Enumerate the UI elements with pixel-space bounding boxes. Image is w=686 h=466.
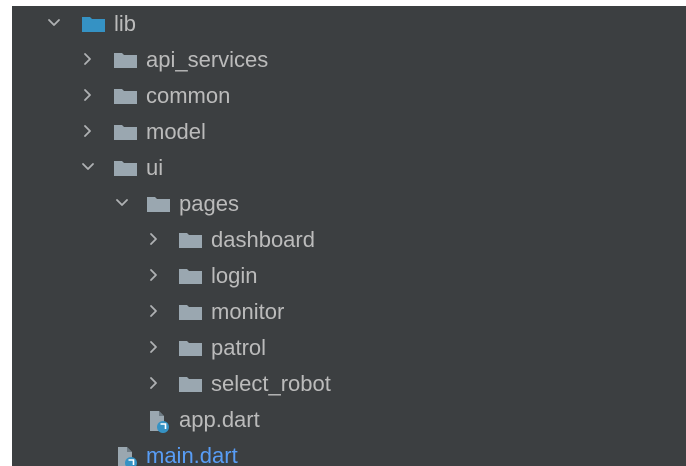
tree-item-monitor[interactable]: monitor	[12, 294, 686, 330]
tree-item-label: common	[146, 83, 231, 108]
chevron-right-icon[interactable]	[146, 230, 162, 248]
chevron-right-icon[interactable]	[146, 266, 162, 284]
tree-item-main-dart[interactable]: main.dart	[12, 438, 686, 466]
chevron-right-icon[interactable]	[80, 86, 96, 104]
chevron-right-icon[interactable]	[80, 50, 96, 68]
folder-icon	[179, 340, 202, 356]
tree-item-pages[interactable]: pages	[12, 186, 686, 222]
tree-item-ui[interactable]: ui	[12, 150, 686, 186]
tree-item-label: app.dart	[179, 407, 260, 432]
folder-icon	[179, 268, 202, 284]
tree-item-label: lib	[114, 11, 137, 36]
tree-item-label: patrol	[211, 335, 267, 360]
folder-icon	[114, 124, 137, 140]
folder-icon	[147, 196, 170, 212]
tree-item-patrol[interactable]: patrol	[12, 330, 686, 366]
tree-item-label: api_services	[146, 47, 269, 72]
chevron-down-icon[interactable]	[46, 14, 62, 32]
tree-item-lib[interactable]: lib	[12, 6, 686, 42]
tree-item-api-services[interactable]: api_services	[12, 42, 686, 78]
chevron-right-icon[interactable]	[146, 374, 162, 392]
tree-item-label: pages	[179, 191, 239, 216]
chevron-down-icon[interactable]	[80, 158, 96, 176]
tree-item-dashboard[interactable]: dashboard	[12, 222, 686, 258]
tree-item-label: model	[146, 119, 206, 144]
project-tree-panel: lib api_services common model ui pages d…	[12, 6, 686, 466]
tree-item-model[interactable]: model	[12, 114, 686, 150]
folder-icon	[114, 160, 137, 176]
folder-icon	[179, 304, 202, 320]
tree-item-common[interactable]: common	[12, 78, 686, 114]
chevron-right-icon[interactable]	[80, 122, 96, 140]
tree-item-label: main.dart	[146, 443, 238, 466]
dart-file-icon	[117, 446, 139, 466]
chevron-right-icon[interactable]	[146, 338, 162, 356]
folder-icon	[114, 88, 137, 104]
folder-icon	[179, 376, 202, 392]
tree-item-select-robot[interactable]: select_robot	[12, 366, 686, 402]
tree-item-login[interactable]: login	[12, 258, 686, 294]
chevron-right-icon[interactable]	[146, 302, 162, 320]
tree-item-label: dashboard	[211, 227, 315, 252]
tree-item-label: monitor	[211, 299, 285, 324]
tree-item-label: ui	[146, 155, 164, 180]
dart-file-icon	[149, 410, 171, 434]
folder-blue-icon	[82, 16, 105, 32]
tree-item-label: select_robot	[211, 371, 331, 396]
folder-icon	[179, 232, 202, 248]
tree-item-label: login	[211, 263, 258, 288]
folder-icon	[114, 52, 137, 68]
chevron-down-icon[interactable]	[114, 194, 130, 212]
tree-item-app-dart[interactable]: app.dart	[12, 402, 686, 438]
